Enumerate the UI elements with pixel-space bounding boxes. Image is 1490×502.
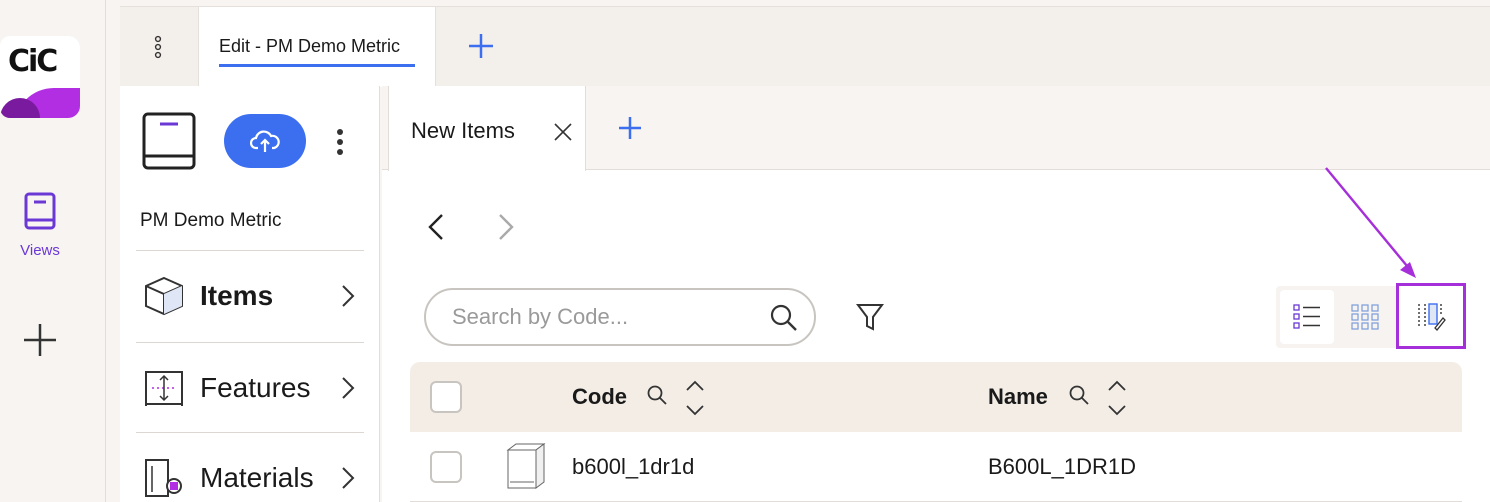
- items-table: Code Name b600l_1dr1d B600L_1DR1D: [410, 362, 1462, 502]
- upload-button[interactable]: [224, 114, 306, 168]
- app-rail: CiC Views: [0, 0, 106, 502]
- sidebar-item-features[interactable]: Features: [136, 344, 364, 432]
- sort-icon[interactable]: [1106, 378, 1128, 418]
- project-name: PM Demo Metric: [140, 210, 282, 231]
- nav-menu-kebab-icon[interactable]: [332, 126, 348, 158]
- chevron-right-icon: [342, 467, 355, 489]
- sidebar-item-label: Materials: [200, 462, 314, 493]
- features-icon: [145, 371, 183, 406]
- nav-divider: [136, 342, 364, 343]
- book-icon: [24, 192, 56, 230]
- column-header-code[interactable]: Code: [572, 384, 627, 410]
- materials-icon: [145, 459, 182, 497]
- rail-views-label: Views: [20, 242, 60, 259]
- list-view-icon: [1293, 304, 1320, 329]
- tab-label: New Items: [411, 118, 515, 143]
- column-config-button[interactable]: [1396, 283, 1466, 349]
- column-header-name[interactable]: Name: [988, 384, 1048, 410]
- tab-label: Edit - PM Demo Metric: [219, 36, 401, 56]
- catalog-nav-panel: PM Demo Metric Items Features Materials: [120, 86, 380, 502]
- sidebar-item-materials[interactable]: Materials: [136, 434, 364, 502]
- top-menu-kebab-icon[interactable]: [150, 33, 166, 63]
- search-icon[interactable]: [646, 384, 668, 406]
- view-mode-toggle: [1276, 283, 1466, 349]
- list-view-button[interactable]: [1280, 290, 1334, 344]
- row-checkbox[interactable]: [430, 451, 462, 483]
- filter-icon[interactable]: [856, 302, 884, 332]
- tab-new-items[interactable]: New Items: [388, 86, 586, 171]
- cube-icon: [145, 276, 183, 316]
- table-header: Code Name: [410, 362, 1462, 432]
- chevron-right-icon: [342, 285, 355, 307]
- table-row[interactable]: b600l_1dr1d B600L_1DR1D: [410, 432, 1462, 502]
- tab-edit-pm-demo-metric[interactable]: Edit - PM Demo Metric: [198, 7, 436, 87]
- top-tab-bar: Edit - PM Demo Metric: [120, 6, 1490, 87]
- active-tab-indicator: [219, 64, 415, 67]
- add-tab-plus-icon[interactable]: [466, 31, 496, 61]
- select-all-checkbox[interactable]: [430, 381, 462, 413]
- add-view-plus-icon[interactable]: [22, 322, 58, 358]
- sort-icon[interactable]: [684, 378, 706, 418]
- sidebar-item-items[interactable]: Items: [136, 252, 364, 340]
- grid-view-button[interactable]: [1338, 290, 1392, 344]
- search-icon[interactable]: [770, 304, 798, 332]
- forward-chevron-icon[interactable]: [496, 212, 516, 242]
- search-field: [424, 288, 816, 346]
- chevron-right-icon: [342, 377, 355, 399]
- sidebar-item-label: Items: [200, 280, 274, 311]
- item-thumbnail: [506, 443, 546, 489]
- grid-view-icon: [1351, 304, 1379, 330]
- catalog-book-icon: [142, 112, 196, 170]
- cell-name: B600L_1DR1D: [988, 454, 1136, 479]
- add-inner-tab-plus-icon[interactable]: [616, 114, 644, 142]
- rail-views-button[interactable]: Views: [10, 190, 70, 259]
- annotation-arrow: [1325, 167, 1416, 278]
- main-content: New Items Search by Code... Code Name b6…: [382, 86, 1490, 502]
- back-chevron-icon[interactable]: [426, 212, 446, 242]
- nav-divider: [136, 250, 364, 251]
- cloud-upload-icon: [250, 130, 280, 152]
- nav-divider: [136, 432, 364, 433]
- search-icon[interactable]: [1068, 384, 1090, 406]
- close-icon[interactable]: [553, 122, 573, 142]
- logo-text: CiC: [8, 44, 58, 79]
- column-config-icon: [1418, 303, 1446, 331]
- search-input[interactable]: [452, 302, 752, 332]
- cell-code: b600l_1dr1d: [572, 454, 695, 479]
- inner-tab-bar: New Items: [382, 86, 1490, 171]
- app-logo[interactable]: CiC: [0, 36, 80, 118]
- sidebar-item-label: Features: [200, 372, 311, 403]
